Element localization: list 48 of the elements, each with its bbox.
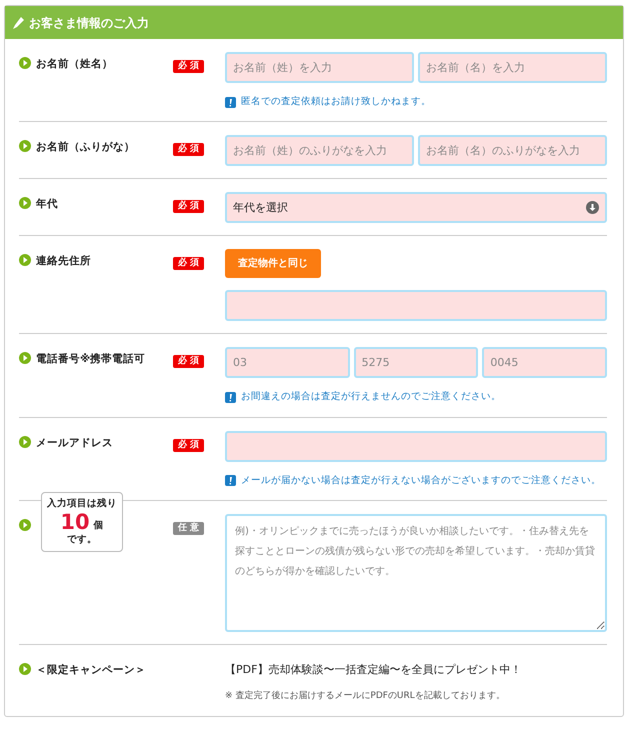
- pencil-icon: [13, 16, 24, 28]
- tooltip-text: 個: [94, 518, 104, 533]
- info-icon: [225, 475, 236, 486]
- arrow-circle-icon: [19, 197, 31, 210]
- text-field[interactable]: 0045: [482, 347, 608, 378]
- text-field[interactable]: [225, 290, 607, 322]
- required-badge: 必 須: [173, 257, 204, 270]
- text-field[interactable]: 03: [225, 347, 350, 378]
- select-dropdown[interactable]: 年代を選択: [225, 192, 607, 224]
- arrow-circle-icon: [19, 662, 31, 675]
- field-label: 電話番号※携帯電話可: [36, 352, 146, 368]
- form-title: お客さま情報のご入力: [29, 14, 149, 32]
- arrow-circle-icon: [19, 518, 31, 531]
- text-field[interactable]: 5275: [354, 347, 478, 378]
- required-badge: 必 須: [173, 143, 204, 156]
- arrow-circle-icon: [19, 140, 31, 152]
- text-field[interactable]: お名前（姓）のふりがなを入力: [225, 135, 414, 166]
- tooltip-text: です。: [66, 533, 98, 547]
- chevron-down-icon: [586, 201, 599, 214]
- required-badge: 必 須: [173, 60, 204, 73]
- optional-badge: 任 意: [173, 522, 204, 535]
- field-label: メールアドレス: [36, 436, 113, 450]
- text-field[interactable]: お名前（名）を入力: [418, 52, 607, 83]
- text-field[interactable]: お名前（姓）を入力: [225, 52, 414, 83]
- note-text: お間違えの場合は査定が行えませんのでご注意ください。: [241, 390, 501, 404]
- info-icon: [225, 392, 236, 403]
- text-field[interactable]: お名前（名）のふりがなを入力: [418, 135, 607, 166]
- text-field[interactable]: [225, 430, 607, 462]
- field-label: ＜限定キャンペーン＞: [36, 662, 146, 678]
- field-label: 連絡先住所: [36, 254, 91, 270]
- footnote-text: ※ 査定完了後にお届けするメールにPDFのURLを記載しております。: [225, 690, 506, 704]
- arrow-circle-icon: [19, 352, 31, 364]
- arrow-circle-icon: [19, 436, 31, 448]
- textarea-field[interactable]: 例)・オリンピックまでに売ったほうが良いか相談したいです。・住み替え先を探すこととローンの残債が残らない形での売却を希望しています。・売却か賃貸のどちらが得かを確認したいです。: [225, 514, 607, 632]
- required-badge: 必 須: [173, 355, 204, 368]
- arrow-circle-icon: [19, 57, 31, 69]
- note-text: 匿名での査定依頼はお請け致しかねます。: [241, 95, 431, 109]
- note-text: メールが届かない場合は査定が行えない場合がございますのでご注意ください。: [241, 474, 601, 488]
- field-label: お名前（ふりがな）: [36, 140, 135, 156]
- required-badge: 必 須: [173, 438, 204, 452]
- arrow-circle-icon: [19, 254, 31, 266]
- info-icon: [225, 96, 236, 108]
- remaining-count: 10: [60, 511, 90, 533]
- field-label: 年代: [36, 197, 58, 212]
- required-badge: 必 須: [173, 200, 204, 214]
- field-label: お名前（姓名）: [36, 57, 113, 72]
- campaign-text: 【PDF】売却体験談〜一括査定編〜を全員にプレゼント中！: [225, 662, 522, 678]
- tooltip-text: 入力項目は残り: [46, 496, 118, 511]
